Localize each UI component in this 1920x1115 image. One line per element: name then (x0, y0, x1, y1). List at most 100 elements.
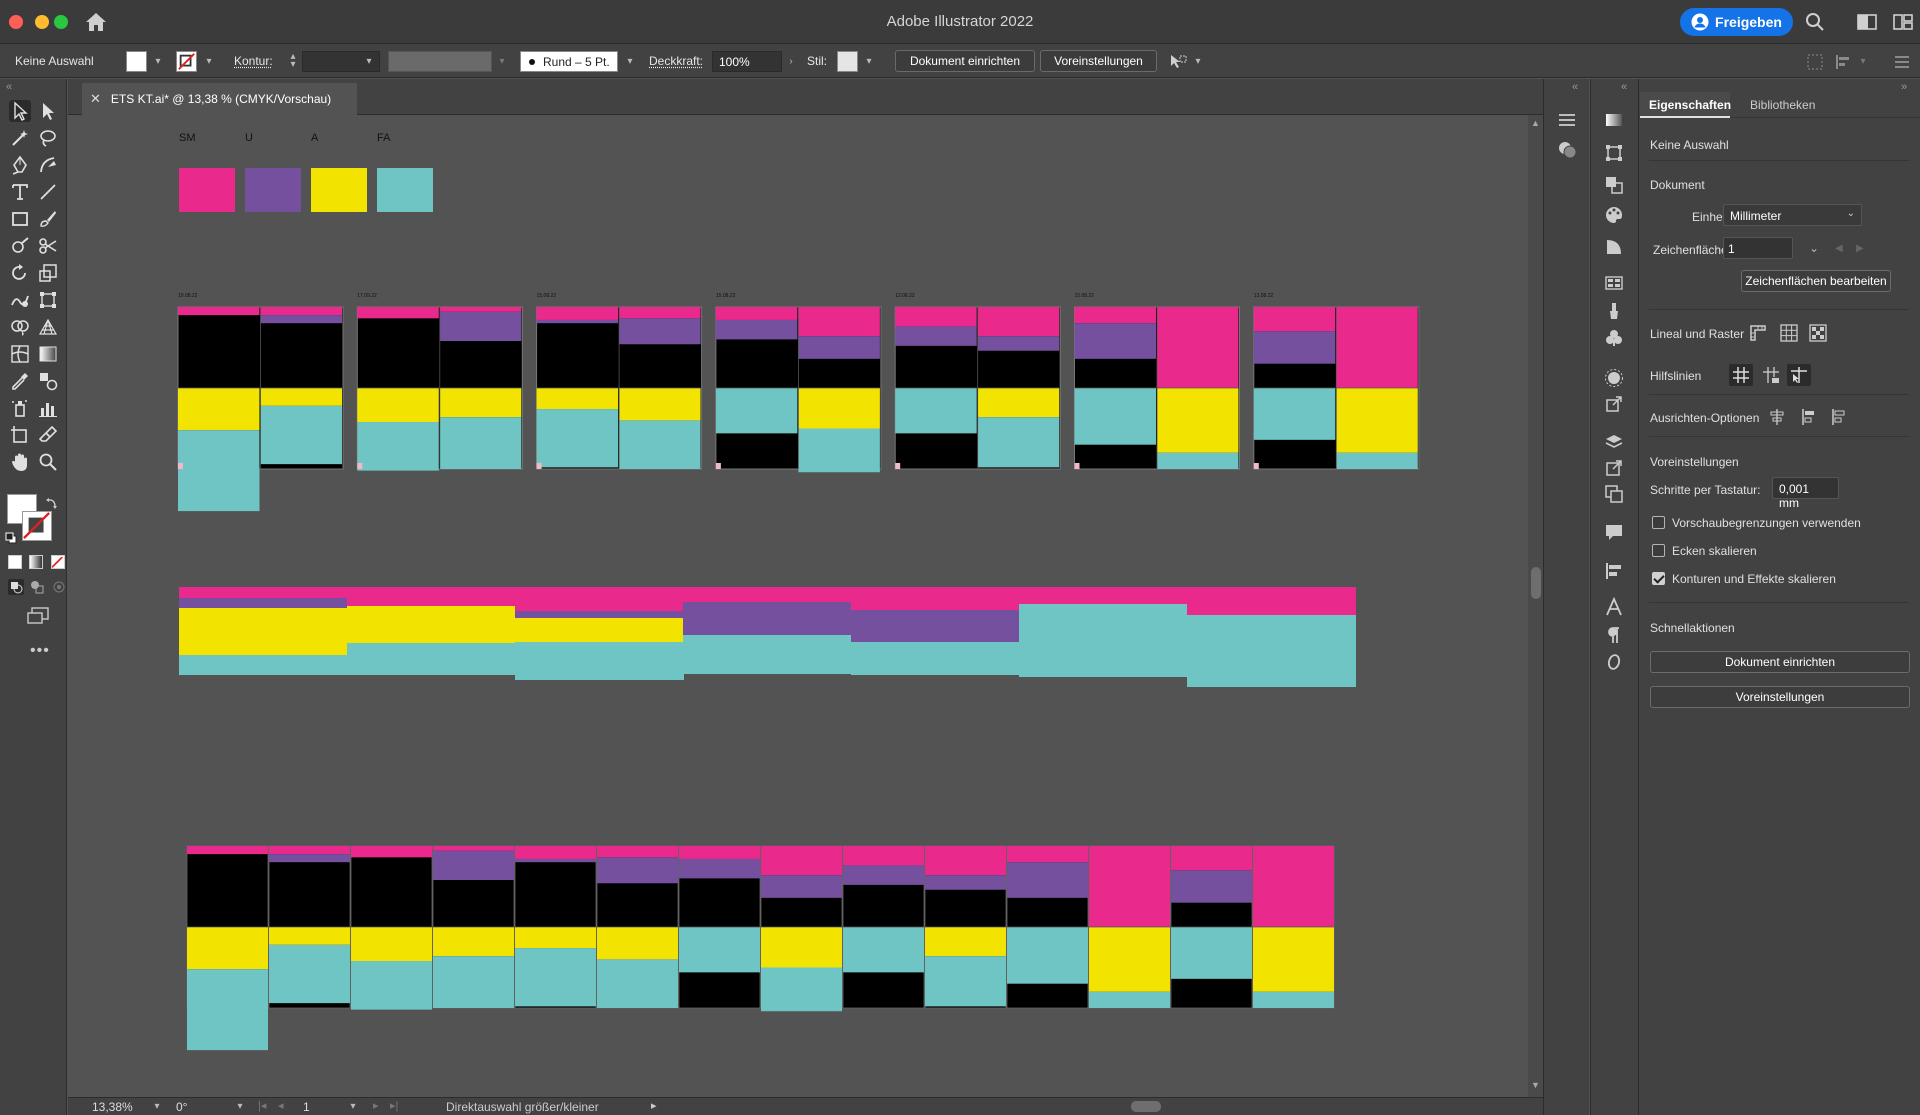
band-segment[interactable] (1187, 615, 1356, 687)
color-block[interactable] (895, 326, 977, 346)
chevron-down-icon[interactable]: ▾ (497, 57, 507, 67)
band-segment[interactable] (179, 655, 348, 675)
selection-tool-icon[interactable] (9, 100, 31, 122)
color-block[interactable] (1007, 862, 1088, 898)
align-to-icon[interactable] (1806, 53, 1824, 71)
color-block[interactable] (269, 927, 350, 945)
select-similar-icon[interactable] (1168, 52, 1188, 72)
color-block[interactable] (1253, 991, 1334, 1008)
color-palette-icon[interactable] (1602, 204, 1626, 226)
fill-swatch[interactable] (126, 51, 147, 72)
horizontal-scroll-thumb[interactable] (1131, 1101, 1161, 1112)
chevron-right-icon[interactable]: › (786, 57, 796, 67)
draw-inside-icon[interactable] (51, 579, 67, 595)
color-block[interactable] (357, 422, 439, 471)
band-segment[interactable] (515, 642, 684, 680)
type-tool-icon[interactable] (9, 181, 31, 203)
band-segment[interactable] (851, 642, 1020, 675)
band-segment[interactable] (347, 587, 516, 606)
chevron-down-icon[interactable]: ▾ (153, 57, 163, 67)
transform-panel-icon[interactable] (1602, 142, 1626, 164)
eraser-tool-icon[interactable] (37, 424, 59, 446)
chevron-down-icon[interactable]: ▾ (864, 57, 874, 67)
color-block[interactable] (843, 927, 924, 973)
color-block[interactable] (619, 420, 701, 469)
align-to-key-object-icon[interactable] (1795, 406, 1819, 428)
chevron-down-icon[interactable]: ▾ (1193, 57, 1203, 67)
color-block[interactable] (178, 307, 260, 316)
scale-tool-icon[interactable] (37, 262, 59, 284)
rectangle-tool-icon[interactable] (9, 208, 31, 230)
paragraph-icon[interactable] (1602, 624, 1626, 646)
color-block[interactable] (433, 846, 514, 851)
pathfinder-icon[interactable] (1602, 174, 1626, 196)
color-block[interactable] (925, 956, 1006, 1007)
perspective-grid-tool-icon[interactable] (37, 316, 59, 338)
color-block[interactable] (977, 307, 1060, 337)
shaper-tool-icon[interactable] (9, 235, 31, 257)
workspace-switcher-icon[interactable] (1857, 13, 1877, 31)
artboard-marker[interactable] (1074, 463, 1080, 469)
color-block[interactable] (439, 388, 522, 418)
color-block[interactable] (679, 927, 760, 973)
color-block[interactable] (895, 307, 977, 327)
lock-guides-icon[interactable] (1759, 364, 1783, 386)
color-block[interactable] (433, 927, 514, 957)
transparency-grid-icon[interactable] (1806, 322, 1830, 344)
document-setup-button[interactable]: Dokument einrichten (895, 50, 1035, 72)
swatch-yellow[interactable] (311, 168, 367, 212)
scroll-up-arrow-icon[interactable]: ▲ (1531, 118, 1540, 128)
graphic-style-swatch[interactable] (837, 51, 858, 72)
chevron-down-icon[interactable]: ▾ (364, 57, 374, 67)
units-select[interactable]: Millimeter ⌄ (1723, 204, 1862, 226)
arrange-documents-icon[interactable] (1893, 13, 1913, 31)
status-menu-icon[interactable]: ▸ (651, 1099, 657, 1112)
color-block[interactable] (1336, 307, 1418, 388)
line-segment-tool-icon[interactable] (37, 181, 59, 203)
color-block[interactable] (536, 319, 619, 324)
artboard-marker[interactable] (536, 463, 542, 469)
paintbrush-tool-icon[interactable] (37, 208, 59, 230)
gradient-panel-icon[interactable] (1602, 109, 1626, 131)
color-block[interactable] (715, 388, 798, 434)
color-block[interactable] (351, 846, 432, 858)
color-block[interactable] (761, 846, 842, 876)
rotation-value[interactable]: 0° (176, 1100, 187, 1114)
color-block[interactable] (260, 405, 343, 465)
graphic-styles-icon[interactable] (1602, 367, 1626, 389)
appearance-icon[interactable] (1555, 139, 1579, 161)
collapse-panels-icon[interactable]: « (1621, 81, 1627, 93)
next-artboard-icon[interactable]: ▶ (1856, 243, 1864, 254)
band-segment[interactable] (1019, 604, 1188, 677)
column-graph-tool-icon[interactable] (37, 397, 59, 419)
color-block[interactable] (178, 388, 260, 431)
last-artboard-icon[interactable]: ▸| (390, 1099, 398, 1112)
align-to-selection-icon[interactable] (1765, 406, 1789, 428)
artboard-number[interactable]: 1 (303, 1100, 310, 1114)
swatch-magenta[interactable] (179, 168, 235, 212)
character-icon[interactable] (1602, 596, 1626, 618)
color-block[interactable] (761, 967, 842, 1012)
direct-selection-tool-icon[interactable] (37, 100, 59, 122)
color-block[interactable] (1089, 991, 1170, 1008)
color-block[interactable] (679, 846, 760, 859)
color-block[interactable] (1074, 307, 1157, 324)
color-block[interactable] (1007, 927, 1088, 984)
artboard-marker[interactable] (1253, 463, 1259, 469)
previous-artboard-icon[interactable]: ◂ (278, 1099, 284, 1112)
color-block[interactable] (357, 388, 439, 423)
collapse-panels-icon[interactable]: « (1572, 81, 1578, 93)
color-block[interactable] (187, 927, 268, 970)
chevron-down-icon[interactable]: ▾ (625, 57, 635, 67)
color-block[interactable] (619, 318, 701, 345)
band-segment[interactable] (515, 618, 684, 642)
color-block[interactable] (515, 846, 596, 859)
color-block[interactable] (925, 927, 1006, 957)
swatches-icon[interactable] (1602, 272, 1626, 294)
band-segment[interactable] (851, 587, 1020, 610)
scroll-thumb[interactable] (1531, 567, 1541, 599)
chevron-down-icon[interactable]: ▾ (235, 1102, 245, 1112)
use-preview-bounds-checkbox[interactable] (1652, 516, 1665, 529)
artboard-marker[interactable] (357, 463, 363, 469)
show-guides-icon[interactable] (1729, 364, 1753, 386)
